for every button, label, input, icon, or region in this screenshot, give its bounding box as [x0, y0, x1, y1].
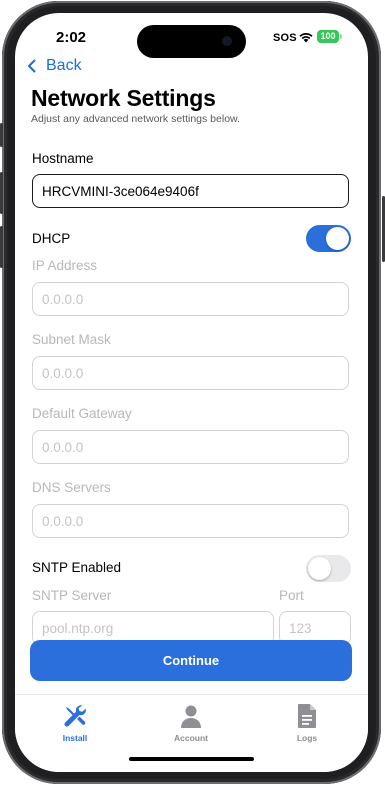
- dhcp-label: DHCP: [32, 231, 71, 246]
- dhcp-toggle[interactable]: [306, 225, 351, 252]
- back-button[interactable]: Back: [27, 57, 82, 75]
- tab-account-label: Account: [174, 733, 208, 743]
- volume-up-button: [0, 172, 3, 214]
- tab-install[interactable]: Install: [35, 703, 115, 743]
- default-gateway-input[interactable]: [32, 430, 349, 464]
- status-time: 2:02: [56, 29, 87, 46]
- action-button: [0, 123, 3, 147]
- volume-down-button: [0, 226, 3, 268]
- dynamic-island: [137, 25, 246, 58]
- wifi-icon: [299, 32, 313, 43]
- app-screen: 2:02 SOS 100 Back Network Settings Adjus…: [15, 13, 368, 772]
- document-icon: [298, 704, 316, 728]
- hostname-input[interactable]: [32, 174, 349, 208]
- person-icon: [181, 705, 201, 728]
- subnet-mask-input[interactable]: [32, 356, 349, 390]
- dns-servers-input[interactable]: [32, 504, 349, 538]
- toggle-knob: [326, 227, 349, 250]
- subnet-mask-label: Subnet Mask: [32, 332, 111, 347]
- tab-logs-label: Logs: [296, 733, 318, 743]
- battery-tip: [340, 34, 342, 39]
- ip-address-label: IP Address: [32, 258, 98, 273]
- default-gateway-label: Default Gateway: [32, 406, 132, 421]
- port-label: Port: [279, 588, 304, 603]
- tab-install-label: Install: [62, 733, 88, 743]
- continue-button[interactable]: Continue: [30, 640, 352, 681]
- ip-address-input[interactable]: [32, 282, 349, 316]
- toggle-knob: [308, 557, 331, 580]
- sos-indicator: SOS: [273, 32, 297, 44]
- tab-account[interactable]: Account: [151, 703, 231, 743]
- wrench-icon: [64, 705, 86, 727]
- hostname-label: Hostname: [32, 151, 94, 166]
- chevron-left-icon: [28, 59, 36, 73]
- camera-icon: [222, 36, 232, 46]
- sntp-toggle[interactable]: [306, 555, 351, 582]
- sntp-enabled-label: SNTP Enabled: [32, 560, 122, 575]
- status-bar: 2:02 SOS 100: [15, 13, 368, 59]
- page-title: Network Settings: [31, 85, 216, 111]
- dns-servers-label: DNS Servers: [32, 480, 111, 495]
- battery-icon: 100: [317, 30, 339, 43]
- sntp-server-label: SNTP Server: [32, 588, 112, 603]
- back-label: Back: [46, 57, 82, 74]
- tab-logs[interactable]: Logs: [267, 703, 347, 743]
- page-subtitle: Adjust any advanced network settings bel…: [31, 113, 240, 125]
- home-indicator: [129, 757, 254, 761]
